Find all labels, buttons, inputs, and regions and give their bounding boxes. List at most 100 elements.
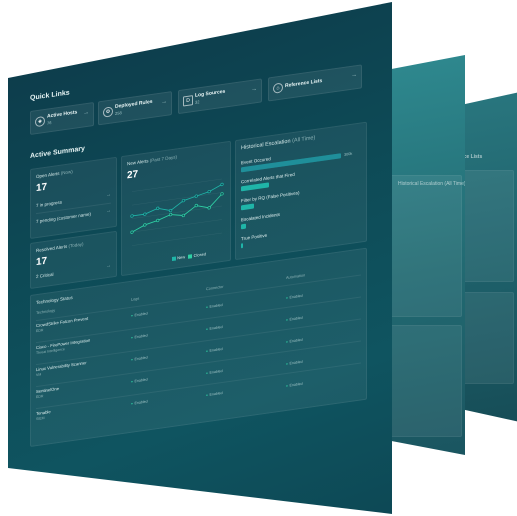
open-alerts-qualifier: (Now) <box>60 168 73 176</box>
shield-icon: ◈ <box>35 115 45 128</box>
historical-qualifier: (All Time) <box>292 134 316 145</box>
chart-point-closed[interactable] <box>220 192 224 196</box>
arrow-right-icon: → <box>83 109 89 117</box>
historical-bar <box>241 223 246 230</box>
status-badge: Enabled <box>206 303 222 309</box>
table-column-header: Automation <box>286 273 306 281</box>
status-badge: Enabled <box>131 355 147 361</box>
status-badge: Enabled <box>206 325 222 331</box>
chart-point-new[interactable] <box>130 214 134 218</box>
table-row-category: VM <box>36 372 42 378</box>
quick-link-count: 258 <box>115 110 122 117</box>
chart-gridline <box>132 232 222 246</box>
resolved-alerts-qualifier: (Today) <box>68 241 84 249</box>
arrow-right-icon[interactable]: → <box>106 263 111 270</box>
chart-point-new[interactable] <box>156 206 160 210</box>
dashboard-scene: Reference Lists Historical Escalation (A… <box>0 0 517 516</box>
historical-bar-value: 300k <box>344 151 353 157</box>
status-badge: Enabled <box>131 333 147 339</box>
technology-status-title: Technology Status <box>36 294 73 306</box>
back-card <box>390 325 462 437</box>
open-alerts-label: Open Alerts (Now) <box>36 169 73 179</box>
status-badge: Enabled <box>131 399 147 405</box>
dashboard-content: Quick Links ◈ Active Hosts 76 → ⚙ Deploy… <box>30 47 372 455</box>
quick-link-count: 76 <box>47 119 52 126</box>
chart-point-closed[interactable] <box>207 206 211 210</box>
chart-point-closed[interactable] <box>156 218 160 223</box>
resolved-alerts-value: 17 <box>36 255 48 269</box>
chart-point-new[interactable] <box>207 189 211 194</box>
chart-point-closed[interactable] <box>130 230 134 234</box>
legend-label-closed: Closed <box>193 251 207 259</box>
chart-gridline <box>132 192 222 206</box>
quick-link-deployed-rules[interactable]: ⚙ Deployed Rules 258 → <box>98 91 172 126</box>
chart-point-new[interactable] <box>181 198 186 203</box>
table-column-header: Logs <box>131 296 140 302</box>
chart-point-new[interactable] <box>168 208 173 213</box>
table-row-name[interactable]: SentinelOne <box>36 386 59 394</box>
quick-link-reference-lists[interactable]: ⌂ Reference Lists → <box>268 64 362 102</box>
resolved-alerts-label: Resolved Alerts (Today) <box>36 241 84 253</box>
historical-label: Historical Escalation (All Time) <box>241 135 315 151</box>
table-column-header: Connector <box>206 284 224 292</box>
table-row-category: EDR <box>36 394 44 400</box>
back-card <box>390 175 462 317</box>
quick-link-log-sources[interactable]: D Log Sources 32 → <box>178 78 262 115</box>
table-row-category: SIEM <box>36 415 45 422</box>
active-summary-title: Active Summary <box>30 145 85 160</box>
chart-point-closed[interactable] <box>194 203 198 208</box>
chart-point-new[interactable] <box>220 182 224 187</box>
status-badge: Enabled <box>286 382 302 388</box>
quick-link-active-hosts[interactable]: ◈ Active Hosts 76 → <box>30 102 94 135</box>
historical-escalation-card: Historical Escalation (All Time) Event O… <box>235 121 367 261</box>
gear-icon: ⚙ <box>103 106 113 118</box>
open-alerts-in-progress: 7 in progress <box>36 199 63 209</box>
historical-bar-label: Filter by RQ (False Positives) <box>241 190 300 204</box>
historical-bar-label: True Positive <box>241 232 268 242</box>
table-row-name[interactable]: CrowdStrike Falcon Prevent <box>36 316 88 328</box>
new-alerts-card: New Alerts (Past 7 Days) 27 New Closed <box>121 140 231 277</box>
resolved-alerts-critical: 2 Critical <box>36 271 54 280</box>
status-badge: Enabled <box>286 360 302 366</box>
historical-bar <box>241 203 254 211</box>
table-column-header: Technology <box>36 308 56 316</box>
status-badge: Enabled <box>206 369 222 375</box>
chart-point-closed[interactable] <box>143 223 147 227</box>
table-row-divider <box>36 362 361 410</box>
resolved-alerts-title: Resolved Alerts <box>36 243 68 254</box>
arrow-right-icon[interactable]: → <box>106 192 111 199</box>
arrow-right-icon: → <box>351 72 357 79</box>
document-icon: D <box>183 95 193 107</box>
historical-bar-label: Escalated Incidents <box>241 211 281 223</box>
status-badge: Enabled <box>206 391 222 397</box>
tag-icon: ⌂ <box>273 82 283 94</box>
arrow-right-icon: → <box>161 98 167 106</box>
quick-link-label: Log Sources <box>195 88 226 99</box>
legend-swatch-new <box>172 256 176 261</box>
new-alerts-qualifier: (Past 7 Days) <box>149 154 178 164</box>
arrow-right-icon: → <box>251 86 257 93</box>
open-alerts-card[interactable]: Open Alerts (Now) 17 7 in progress → 7 p… <box>30 156 117 239</box>
status-badge: Enabled <box>286 338 302 344</box>
chart-gridline <box>132 178 222 192</box>
quick-link-label: Deployed Rules <box>115 98 153 111</box>
historical-title: Historical Escalation <box>241 138 291 152</box>
table-row-divider <box>36 274 361 322</box>
quick-link-label: Reference Lists <box>285 77 323 90</box>
chart-point-closed[interactable] <box>181 213 186 218</box>
status-badge: Enabled <box>131 311 147 317</box>
arrow-right-icon[interactable]: → <box>106 208 111 215</box>
quick-links-title: Quick Links <box>30 89 70 102</box>
status-badge: Enabled <box>131 377 147 383</box>
status-badge: Enabled <box>206 347 222 353</box>
chart-point-closed[interactable] <box>168 212 173 217</box>
quick-link-count: 32 <box>195 99 200 105</box>
chart-legend: New Closed <box>172 251 206 261</box>
table-row-name[interactable]: Linux Vulnerability Scanner <box>36 360 87 372</box>
chart-point-new[interactable] <box>143 212 147 216</box>
historical-bar <box>241 243 243 249</box>
legend-swatch-closed <box>188 254 193 259</box>
resolved-alerts-card[interactable]: Resolved Alerts (Today) 17 2 Critical → <box>30 230 117 289</box>
chart-point-new[interactable] <box>194 194 198 198</box>
quick-link-label: Active Hosts <box>47 109 78 120</box>
